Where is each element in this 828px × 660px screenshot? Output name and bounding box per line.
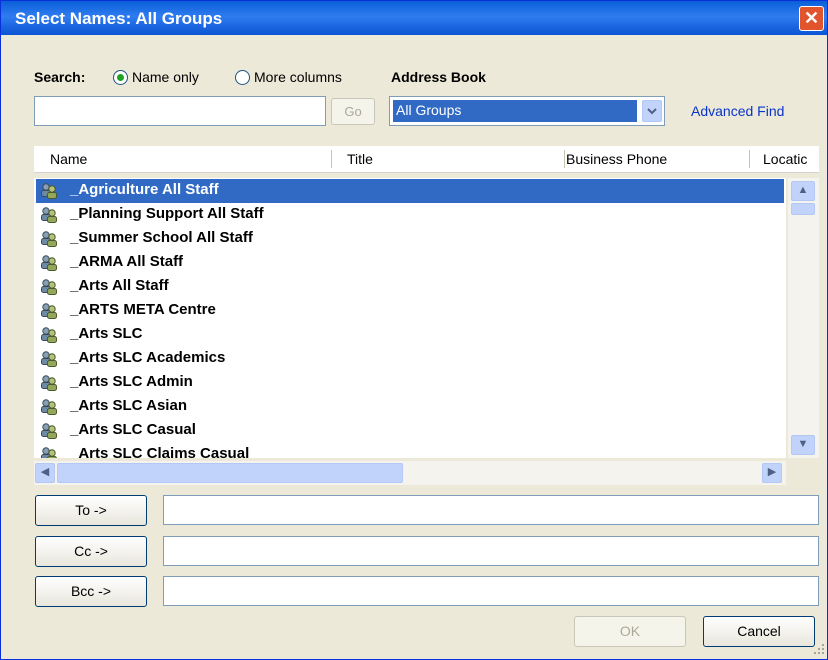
dropdown-button[interactable] [642, 100, 662, 122]
horizontal-scrollbar[interactable]: ◀ ▶ [34, 461, 786, 485]
column-divider[interactable] [749, 150, 750, 168]
ok-button[interactable]: OK [574, 616, 686, 647]
distribution-group-icon [41, 423, 57, 439]
scroll-down-button[interactable]: ▼ [791, 435, 815, 455]
go-button[interactable]: Go [331, 98, 375, 125]
more-columns-radio[interactable] [235, 70, 250, 85]
distribution-group-icon [41, 279, 57, 295]
chevron-right-icon: ▶ [767, 466, 777, 478]
list-item-label: _ARMA All Staff [70, 253, 184, 270]
distribution-group-icon [41, 399, 57, 415]
distribution-group-icon [41, 207, 57, 223]
list-item[interactable]: _Arts All Staff [36, 275, 784, 299]
distribution-group-icon [41, 327, 57, 343]
list-item-label: _Arts All Staff [70, 277, 169, 294]
cc-field[interactable] [163, 536, 819, 566]
column-divider[interactable] [564, 150, 565, 168]
list-item-label: _Planning Support All Staff [70, 205, 264, 222]
close-button[interactable]: ✕ [799, 6, 824, 31]
resize-grip-icon[interactable] [811, 641, 825, 655]
to-field[interactable] [163, 495, 819, 525]
list-item[interactable]: _Planning Support All Staff [36, 203, 784, 227]
list-item-label: _Arts SLC Asian [70, 397, 187, 414]
list-item-label: _Arts SLC [70, 325, 143, 342]
column-location[interactable]: Locatic [763, 151, 807, 167]
chevron-up-icon: ▲ [797, 184, 809, 196]
column-business-phone[interactable]: Business Phone [566, 151, 667, 167]
cc-button-label: Cc -> [74, 543, 108, 559]
list-item[interactable]: _ARMA All Staff [36, 251, 784, 275]
cancel-button[interactable]: Cancel [703, 616, 815, 647]
list-item[interactable]: _Arts SLC Casual [36, 419, 784, 443]
scroll-right-button[interactable]: ▶ [762, 463, 782, 483]
distribution-group-icon [41, 351, 57, 367]
list-item-label: _ARTS META Centre [70, 301, 216, 318]
list-item-label: _Arts SLC Casual [70, 421, 196, 438]
chevron-left-icon: ◀ [40, 466, 50, 478]
list-item-label: _Arts SLC Claims Casual [70, 445, 250, 458]
chevron-down-icon: ▼ [797, 438, 809, 450]
column-divider[interactable] [331, 150, 332, 168]
title-bar[interactable]: Select Names: All Groups ✕ [1, 1, 827, 35]
list-item-label: _Arts SLC Academics [70, 349, 226, 366]
distribution-group-icon [41, 303, 57, 319]
names-list: _Agriculture All Staff _Planning Support… [34, 178, 786, 458]
bcc-button[interactable]: Bcc -> [35, 576, 147, 607]
bcc-field[interactable] [163, 576, 819, 606]
distribution-group-icon [41, 375, 57, 391]
more-columns-label[interactable]: More columns [254, 69, 342, 85]
column-title[interactable]: Title [347, 151, 373, 167]
vertical-scroll-thumb[interactable] [791, 203, 815, 215]
to-button[interactable]: To -> [35, 495, 147, 526]
list-item-label: _Summer School All Staff [70, 229, 253, 246]
window-title: Select Names: All Groups [15, 9, 223, 28]
list-item-label: _Arts SLC Admin [70, 373, 193, 390]
to-button-label: To -> [75, 502, 107, 518]
go-button-label: Go [344, 104, 362, 119]
ok-button-label: OK [619, 623, 641, 639]
cc-button[interactable]: Cc -> [35, 536, 147, 567]
address-book-label: Address Book [391, 69, 486, 85]
distribution-group-icon [41, 255, 57, 271]
horizontal-scroll-thumb[interactable] [57, 463, 403, 483]
column-name[interactable]: Name [50, 151, 87, 167]
name-only-radio[interactable] [113, 70, 128, 85]
distribution-group-icon [41, 447, 57, 458]
list-item[interactable]: _Arts SLC Asian [36, 395, 784, 419]
list-item-label: _Agriculture All Staff [70, 181, 219, 198]
search-input[interactable] [34, 96, 326, 126]
advanced-find-link[interactable]: Advanced Find [691, 103, 784, 119]
search-label: Search: [34, 69, 86, 85]
list-item[interactable]: _ARTS META Centre [36, 299, 784, 323]
cancel-button-label: Cancel [737, 623, 781, 639]
list-item[interactable]: _Arts SLC Academics [36, 347, 784, 371]
scroll-up-button[interactable]: ▲ [791, 181, 815, 201]
address-book-dropdown[interactable]: All Groups [389, 96, 665, 126]
list-item[interactable]: _Arts SLC [36, 323, 784, 347]
address-book-selected: All Groups [392, 99, 638, 123]
list-item[interactable]: _Arts SLC Claims Casual [36, 443, 784, 458]
select-names-dialog: Select Names: All Groups ✕ Search: Name … [0, 0, 828, 660]
vertical-scrollbar[interactable]: ▲ ▼ [788, 178, 819, 458]
column-header: Name Title Business Phone Locatic [34, 146, 819, 173]
bcc-button-label: Bcc -> [70, 583, 112, 599]
close-icon: ✕ [803, 8, 820, 28]
list-item[interactable]: _Arts SLC Admin [36, 371, 784, 395]
scroll-left-button[interactable]: ◀ [35, 463, 55, 483]
chevron-down-icon [647, 108, 657, 115]
list-item[interactable]: _Summer School All Staff [36, 227, 784, 251]
list-item[interactable]: _Agriculture All Staff [36, 179, 784, 203]
name-only-label[interactable]: Name only [132, 69, 199, 85]
distribution-group-icon [41, 183, 57, 199]
distribution-group-icon [41, 231, 57, 247]
